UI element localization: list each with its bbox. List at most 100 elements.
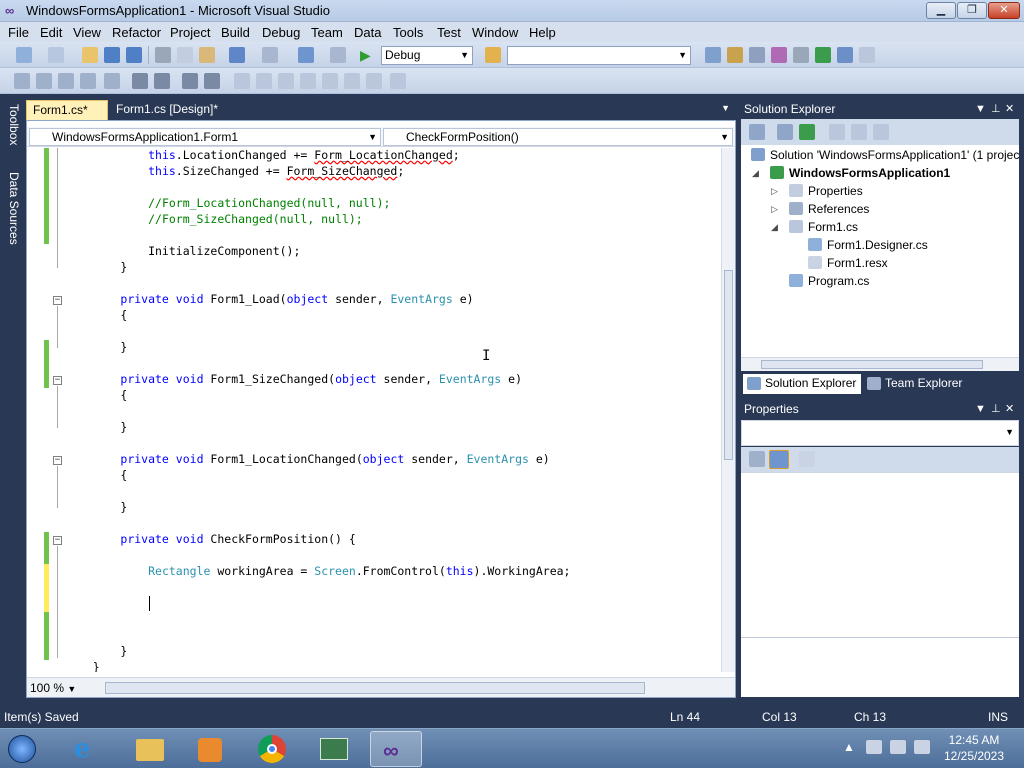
bookmark-icon[interactable] <box>104 73 120 89</box>
menu-window[interactable]: Window <box>472 25 518 40</box>
menu-tools[interactable]: Tools <box>393 25 423 40</box>
undo-icon[interactable] <box>229 47 245 63</box>
menu-file[interactable]: File <box>8 25 29 40</box>
new-project-icon[interactable] <box>16 47 32 63</box>
refresh-icon[interactable] <box>799 124 815 140</box>
word-completion-icon[interactable] <box>80 73 96 89</box>
chevron-down-icon[interactable]: ▼ <box>975 401 986 418</box>
start-debugging-icon[interactable]: ▶ <box>360 47 376 63</box>
menu-edit[interactable]: Edit <box>40 25 62 40</box>
copy-icon[interactable] <box>177 47 193 63</box>
show-hidden-icons-icon[interactable]: ▲ <box>843 740 855 754</box>
categorized-icon[interactable] <box>749 451 765 467</box>
property-grid[interactable] <box>741 472 1019 637</box>
previous-bookmark-icon[interactable] <box>256 73 272 89</box>
save-all-icon[interactable] <box>126 47 142 63</box>
clock[interactable]: 12:45 AM 12/25/2023 <box>938 733 1010 763</box>
view-code-icon[interactable] <box>829 124 845 140</box>
scrollbar-thumb[interactable] <box>761 360 983 369</box>
horizontal-scrollbar[interactable] <box>97 682 717 694</box>
decrease-indent-icon[interactable] <box>132 73 148 89</box>
find-in-files-icon[interactable] <box>485 47 501 63</box>
chrome-icon[interactable] <box>246 731 298 767</box>
menu-refactor[interactable]: Refactor <box>112 25 161 40</box>
object-browser-icon[interactable] <box>749 47 765 63</box>
expand-arrow-icon[interactable]: ▷ <box>771 183 778 200</box>
previous-bookmark-folder-icon[interactable] <box>300 73 316 89</box>
network-icon[interactable] <box>890 740 906 754</box>
uncomment-lines-icon[interactable] <box>204 73 220 89</box>
collapse-icon[interactable]: − <box>53 376 62 385</box>
volume-icon[interactable] <box>914 740 930 754</box>
menu-data[interactable]: Data <box>354 25 381 40</box>
member-dropdown[interactable]: CheckFormPosition() ▼ <box>383 128 733 146</box>
action-center-icon[interactable] <box>866 740 882 754</box>
collapse-icon[interactable]: − <box>53 296 62 305</box>
type-dropdown[interactable]: WindowsFormsApplication1.Form1 ▼ <box>29 128 381 146</box>
chevron-down-icon[interactable]: ▼ <box>721 103 730 113</box>
collapse-icon[interactable]: − <box>53 536 62 545</box>
next-bookmark-icon[interactable] <box>278 73 294 89</box>
parameter-info-icon[interactable] <box>36 73 52 89</box>
pin-icon[interactable]: ⊥ <box>991 101 1001 118</box>
minimize-button[interactable]: ▁ <box>926 2 956 19</box>
tree-node[interactable]: ▷ References <box>771 201 869 219</box>
menu-view[interactable]: View <box>73 25 101 40</box>
clear-bookmarks-icon[interactable] <box>390 73 406 89</box>
open-file-icon[interactable] <box>82 47 98 63</box>
quick-info-icon[interactable] <box>58 73 74 89</box>
properties-window-icon[interactable] <box>727 47 743 63</box>
next-bookmark-document-icon[interactable] <box>366 73 382 89</box>
tools-icon[interactable] <box>793 47 809 63</box>
comment-lines-icon[interactable] <box>182 73 198 89</box>
show-all-files-icon[interactable] <box>777 124 793 140</box>
solution-configuration-select[interactable]: Debug ▼ <box>381 46 473 65</box>
tree-node[interactable]: Form1.resx <box>808 255 888 273</box>
redo-icon[interactable] <box>262 47 278 63</box>
save-icon[interactable] <box>104 47 120 63</box>
tab-form1-cs[interactable]: Form1.cs* <box>26 100 108 120</box>
cut-icon[interactable] <box>155 47 171 63</box>
collapse-arrow-icon[interactable]: ◢ <box>771 219 778 236</box>
code-area[interactable]: − − − − I this.LocationChanged += Form_L… <box>27 148 721 672</box>
tab-team-explorer[interactable]: Team Explorer <box>863 374 1003 394</box>
add-item-icon[interactable] <box>48 47 64 63</box>
toggle-bookmark-icon[interactable] <box>234 73 250 89</box>
tree-node[interactable]: Program.cs <box>789 273 869 291</box>
media-player-icon[interactable] <box>184 731 236 767</box>
tree-node[interactable]: Form1.Designer.cs <box>808 237 928 255</box>
code-editor[interactable]: WindowsFormsApplication1.Form1 ▼ CheckFor… <box>26 120 736 698</box>
tree-node[interactable]: Solution 'WindowsFormsApplication1' (1 p… <box>751 147 1019 165</box>
menu-debug[interactable]: Debug <box>262 25 300 40</box>
collapse-arrow-icon[interactable]: ◢ <box>752 165 759 182</box>
toolbox-icon[interactable] <box>771 47 787 63</box>
menu-test[interactable]: Test <box>437 25 461 40</box>
navigate-forward-icon[interactable] <box>330 47 346 63</box>
internet-explorer-icon[interactable]: e <box>62 731 114 767</box>
file-explorer-icon[interactable] <box>124 731 176 767</box>
menu-team[interactable]: Team <box>311 25 343 40</box>
property-pages-icon[interactable] <box>799 451 815 467</box>
scrollbar-thumb[interactable] <box>105 682 645 694</box>
vertical-scrollbar[interactable] <box>721 148 735 672</box>
zoom-select[interactable]: 100 % ▼ <box>30 681 86 696</box>
close-icon[interactable]: ✕ <box>1005 401 1014 418</box>
menu-project[interactable]: Project <box>170 25 210 40</box>
scrollbar-thumb[interactable] <box>724 270 733 460</box>
tree-node[interactable]: ▷ Properties <box>771 183 863 201</box>
properties-icon[interactable] <box>749 124 765 140</box>
tab-form1-design[interactable]: Form1.cs [Design]* <box>110 100 230 120</box>
menu-build[interactable]: Build <box>221 25 250 40</box>
expand-arrow-icon[interactable]: ▷ <box>771 201 778 218</box>
extension-manager-icon[interactable] <box>837 47 853 63</box>
tree-node[interactable]: ◢ Form1.cs <box>771 219 858 237</box>
toolbox-tab[interactable]: Toolbox <box>3 104 21 145</box>
collapse-icon[interactable]: − <box>53 456 62 465</box>
paste-icon[interactable] <box>199 47 215 63</box>
next-bookmark-folder-icon[interactable] <box>322 73 338 89</box>
class-diagram-icon[interactable] <box>873 124 889 140</box>
navigate-backward-icon[interactable] <box>298 47 314 63</box>
close-icon[interactable]: ✕ <box>1005 101 1014 118</box>
solution-explorer-scrollbar[interactable] <box>741 357 1019 371</box>
close-button[interactable]: ✕ <box>988 2 1020 19</box>
